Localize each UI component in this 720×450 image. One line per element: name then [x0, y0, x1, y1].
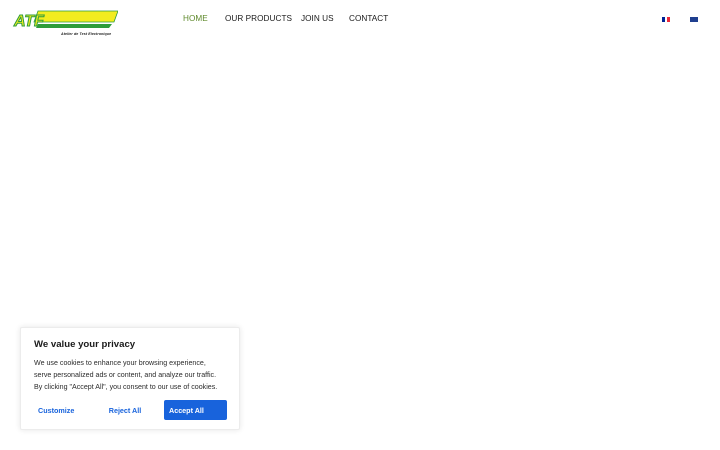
- cookie-title: We value your privacy: [34, 339, 136, 350]
- cookie-text-line: By clicking "Accept All", you consent to…: [34, 382, 218, 391]
- customize-button[interactable]: Customize: [34, 400, 76, 420]
- cookie-text-line: We use cookies to enhance your browsing …: [34, 359, 206, 367]
- atf-logo-icon: ATF: [13, 10, 119, 31]
- cookie-description: We use cookies to enhance your browsing …: [34, 358, 234, 393]
- flag-gb-icon[interactable]: [690, 17, 698, 22]
- site-header: ATF Atelier de Test Electronique HOME OU…: [0, 0, 720, 40]
- accept-all-button[interactable]: Accept All: [164, 400, 227, 420]
- cookie-text-line: serve personalized ads or content, and a…: [34, 370, 217, 379]
- logo-caption: Atelier de Test Electronique: [61, 32, 112, 36]
- svg-text:ATF: ATF: [13, 13, 45, 30]
- nav-item-our-products[interactable]: OUR PRODUCTS: [225, 14, 292, 23]
- nav-item-contact[interactable]: CONTACT: [349, 14, 388, 23]
- site-logo[interactable]: ATF Atelier de Test Electronique: [12, 9, 119, 36]
- cookie-consent-banner: We value your privacy We use cookies to …: [20, 327, 240, 430]
- nav-item-home[interactable]: HOME: [183, 14, 208, 23]
- flag-fr-icon[interactable]: [662, 17, 670, 22]
- nav-item-join-us[interactable]: JOIN US: [301, 14, 334, 23]
- reject-all-button[interactable]: Reject All: [105, 400, 145, 420]
